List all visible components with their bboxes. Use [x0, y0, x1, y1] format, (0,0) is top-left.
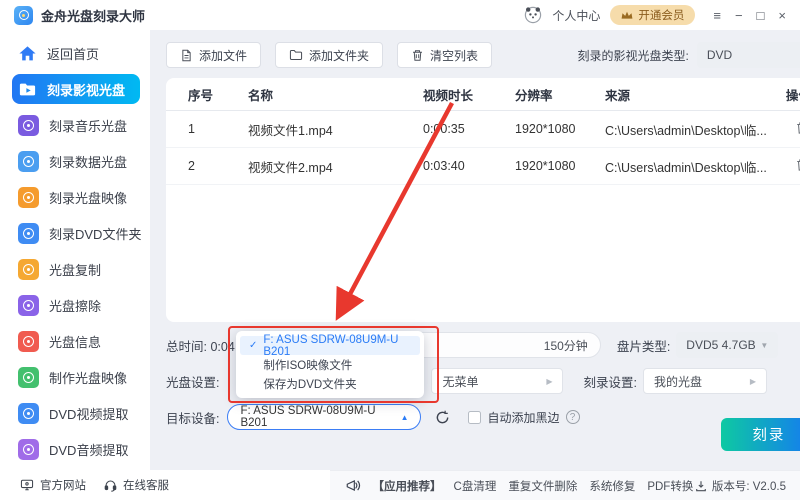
disc-type-label: 刻录的影视光盘类型:	[578, 47, 689, 64]
table-header: 序号 名称 视频时长 分辨率 来源 操作	[166, 78, 800, 111]
check-icon: ✓	[249, 340, 257, 351]
auto-black-edge-checkbox[interactable]	[468, 411, 481, 424]
dvd-video-extract-icon	[18, 403, 39, 424]
sidebar-item-dvd-video-extract[interactable]: DVD视频提取	[12, 398, 140, 428]
disc-menu-select[interactable]: 无菜单 ▶	[431, 368, 563, 394]
add-file-button[interactable]: 添加文件	[166, 42, 261, 68]
add-folder-button[interactable]: 添加文件夹	[275, 42, 383, 68]
dropdown-option-make-iso[interactable]: ✓ 制作ISO映像文件	[240, 355, 420, 374]
open-membership-button[interactable]: 开通会员	[610, 5, 695, 25]
device-dropdown-menu: ✓ F: ASUS SDRW-08U9M-U B201 ✓ 制作ISO映像文件 …	[236, 331, 424, 398]
sidebar-item-dvd-audio-extract[interactable]: DVD音频提取	[12, 434, 140, 464]
table-row[interactable]: 1 视频文件1.mp4 0:00:35 1920*1080 C:\Users\a…	[166, 111, 800, 148]
official-website-link[interactable]: 官方网站	[20, 477, 86, 493]
trash-icon	[411, 49, 424, 62]
burn-settings-select[interactable]: 我的光盘 ▶	[643, 368, 767, 394]
refresh-icon	[435, 410, 450, 425]
trash-icon	[795, 121, 800, 135]
statusbar-link-pdf-convert[interactable]: PDF转换	[647, 478, 693, 494]
home-icon	[18, 44, 37, 63]
video-folder-icon	[18, 80, 37, 99]
burn-button[interactable]: 刻录	[721, 418, 800, 451]
megaphone-icon	[346, 479, 361, 492]
target-device-select[interactable]: F: ASUS SDRW-08U9M-U B201 ▲	[227, 404, 421, 430]
sidebar-item-home[interactable]: 返回首页	[12, 38, 140, 68]
sidebar-item-disc-erase[interactable]: 光盘擦除	[12, 290, 140, 320]
sidebar-item-burn-music-disc[interactable]: 刻录音乐光盘	[12, 110, 140, 140]
disc-erase-icon	[18, 295, 39, 316]
monitor-icon	[20, 479, 34, 491]
sidebar-item-make-disc-image[interactable]: 制作光盘映像	[12, 362, 140, 392]
sidebar-item-burn-video-disc[interactable]: 刻录影视光盘	[12, 74, 140, 104]
music-disc-icon	[18, 115, 39, 136]
make-image-icon	[18, 367, 39, 388]
target-device-label: 目标设备:	[166, 408, 219, 427]
sidebar: 返回首页 刻录影视光盘 刻录音乐光盘 刻录数据光盘 刻录光盘映像 刻录DVD文件…	[0, 30, 150, 470]
dropdown-option-device[interactable]: ✓ F: ASUS SDRW-08U9M-U B201	[240, 336, 420, 355]
caret-up-icon: ▲	[401, 413, 409, 422]
disc-type-select[interactable]: DVD ▼	[697, 42, 800, 68]
file-icon	[180, 49, 193, 62]
help-icon[interactable]: ?	[566, 410, 580, 424]
statusbar-link-c-clean[interactable]: C盘清理	[454, 478, 497, 494]
disc-size-label: 盘片类型:	[617, 336, 670, 355]
titlebar: 金舟光盘刻录大师 个人中心 开通会员 ≡ − □ ×	[0, 0, 800, 30]
chevron-right-icon: ▶	[750, 377, 756, 386]
sidebar-item-burn-dvd-folder[interactable]: 刻录DVD文件夹	[12, 218, 140, 248]
statusbar-link-dup-delete[interactable]: 重复文件删除	[508, 478, 577, 494]
sidebar-item-disc-info[interactable]: 光盘信息	[12, 326, 140, 356]
table-row[interactable]: 2 视频文件2.mp4 0:03:40 1920*1080 C:\Users\a…	[166, 148, 800, 185]
chevron-right-icon: ▶	[546, 377, 552, 386]
download-icon	[695, 480, 707, 492]
device-row: 目标设备: F: ASUS SDRW-08U9M-U B201 ▲ 自动添加黑边…	[166, 404, 800, 430]
sidebar-item-disc-copy[interactable]: 光盘复制	[12, 254, 140, 284]
online-service-link[interactable]: 在线客服	[104, 477, 169, 493]
maximize-icon[interactable]: □	[757, 9, 765, 22]
app-title: 金舟光盘刻录大师	[41, 6, 145, 25]
close-icon[interactable]: ×	[778, 9, 786, 22]
main-panel: 添加文件 添加文件夹 清空列表 刻录的影视光盘类型: DVD ▼	[150, 30, 800, 470]
sidebar-item-burn-disc-image[interactable]: 刻录光盘映像	[12, 182, 140, 212]
statusbar-link-sys-repair[interactable]: 系统修复	[589, 478, 635, 494]
trash-icon	[795, 158, 800, 172]
disc-copy-icon	[18, 259, 39, 280]
headset-icon	[104, 479, 117, 492]
app-recommend-label: 【应用推荐】	[373, 478, 442, 494]
dvd-audio-extract-icon	[18, 439, 39, 460]
statusbar: 官方网站 在线客服 【应用推荐】 C盘清理 重复文件删除 系统修复 PDF转换 …	[0, 470, 800, 500]
toolbar: 添加文件 添加文件夹 清空列表 刻录的影视光盘类型: DVD ▼	[166, 42, 800, 68]
dvd-folder-icon	[18, 223, 39, 244]
dropdown-option-save-dvd-folder[interactable]: ✓ 保存为DVD文件夹	[240, 374, 420, 393]
data-disc-icon	[18, 151, 39, 172]
auto-black-edge-label: 自动添加黑边	[487, 409, 559, 426]
user-avatar[interactable]	[524, 6, 542, 24]
refresh-devices-button[interactable]	[435, 410, 450, 425]
delete-row-button[interactable]	[793, 156, 800, 177]
file-list-table: 序号 名称 视频时长 分辨率 来源 操作 1 视频文件1.mp4 0:00:35…	[166, 78, 800, 322]
disc-settings-label: 光盘设置:	[166, 372, 219, 391]
caret-down-icon: ▼	[760, 341, 768, 350]
user-center-link[interactable]: 个人中心	[552, 7, 600, 24]
minimize-icon[interactable]: −	[735, 9, 743, 22]
clear-list-button[interactable]: 清空列表	[397, 42, 492, 68]
folder-icon	[289, 49, 303, 61]
sidebar-item-burn-data-disc[interactable]: 刻录数据光盘	[12, 146, 140, 176]
burn-settings-label: 刻录设置:	[583, 372, 636, 391]
total-time-label: 总时间: 0:04	[166, 336, 235, 355]
menu-icon[interactable]: ≡	[713, 9, 721, 22]
delete-row-button[interactable]	[793, 119, 800, 140]
capacity-value: 150分钟	[544, 337, 588, 354]
disc-image-icon	[18, 187, 39, 208]
app-logo-icon	[14, 6, 33, 25]
version-label: 版本号: V2.0.5	[695, 478, 786, 494]
app-window: 金舟光盘刻录大师 个人中心 开通会员 ≡ − □ ×	[0, 0, 800, 500]
disc-size-select[interactable]: DVD5 4.7GB ▼	[676, 332, 778, 358]
crown-icon	[621, 10, 633, 20]
disc-info-icon	[18, 331, 39, 352]
